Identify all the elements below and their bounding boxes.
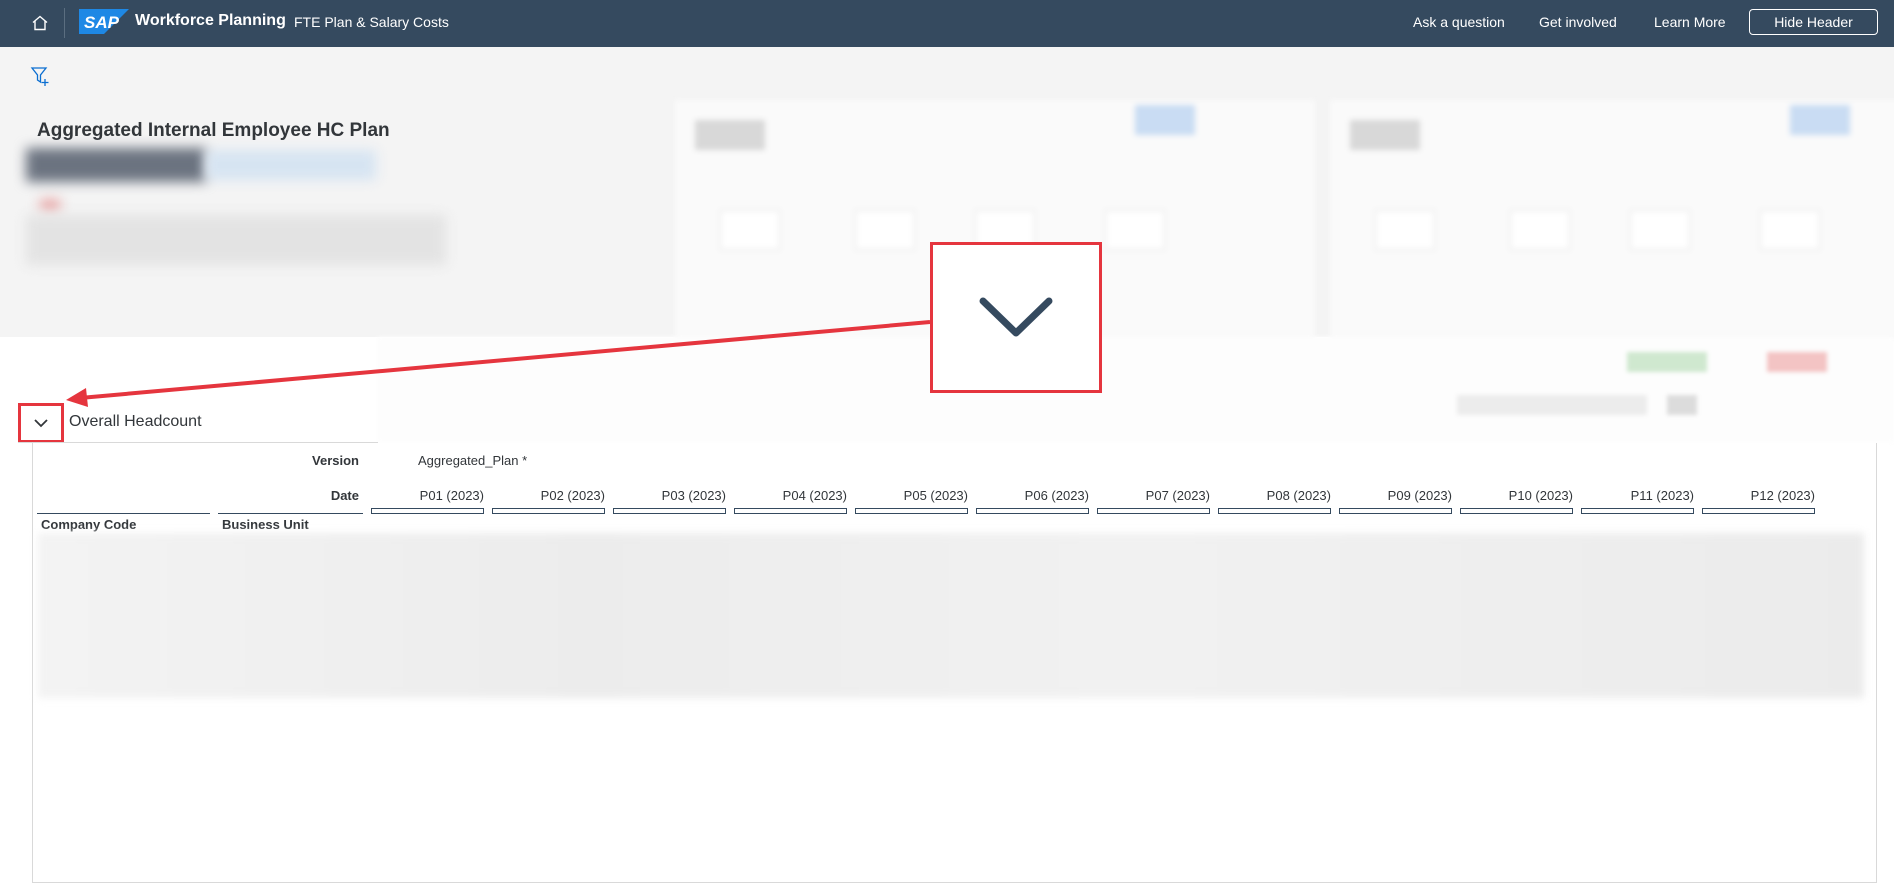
version-label: Version bbox=[312, 453, 359, 468]
ask-question-link[interactable]: Ask a question bbox=[1413, 14, 1505, 30]
period-header[interactable]: P11 (2023) bbox=[1581, 488, 1694, 503]
learn-more-link[interactable]: Learn More bbox=[1654, 14, 1726, 30]
column-rule bbox=[37, 513, 210, 514]
period-header-bar bbox=[613, 508, 726, 514]
svg-text:SAP: SAP bbox=[84, 13, 120, 32]
period-header-bar bbox=[371, 508, 484, 514]
period-header-bar bbox=[1339, 508, 1452, 514]
kpi-panel-right bbox=[1330, 100, 1894, 340]
period-header-bar bbox=[855, 508, 968, 514]
shell-bar: SAP Workforce Planning FTE Plan & Salary… bbox=[0, 0, 1894, 47]
period-header[interactable]: P01 (2023) bbox=[371, 488, 484, 503]
get-involved-link[interactable]: Get involved bbox=[1539, 14, 1617, 30]
period-header-bar bbox=[1097, 508, 1210, 514]
period-header[interactable]: P08 (2023) bbox=[1218, 488, 1331, 503]
period-header[interactable]: P04 (2023) bbox=[734, 488, 847, 503]
app-subtitle: FTE Plan & Salary Costs bbox=[294, 14, 449, 30]
hide-header-button[interactable]: Hide Header bbox=[1749, 9, 1878, 35]
redacted-block bbox=[26, 148, 206, 182]
period-header[interactable]: P10 (2023) bbox=[1460, 488, 1573, 503]
period-header[interactable]: P03 (2023) bbox=[613, 488, 726, 503]
redacted-block bbox=[26, 215, 446, 265]
period-header-bar bbox=[1218, 508, 1331, 514]
chevron-down-icon bbox=[34, 419, 48, 428]
company-code-header[interactable]: Company Code bbox=[41, 517, 136, 532]
period-header[interactable]: P12 (2023) bbox=[1702, 488, 1815, 503]
date-label: Date bbox=[330, 488, 359, 503]
version-value[interactable]: Aggregated_Plan * bbox=[418, 453, 527, 468]
period-header[interactable]: P02 (2023) bbox=[492, 488, 605, 503]
section-title: Overall Headcount bbox=[69, 413, 202, 430]
chevron-down-icon bbox=[979, 297, 1053, 336]
shell-separator bbox=[64, 8, 65, 38]
page-title: Aggregated Internal Employee HC Plan bbox=[37, 120, 390, 141]
collapse-toggle-button[interactable] bbox=[18, 403, 64, 443]
column-rule bbox=[218, 513, 363, 514]
sap-logo[interactable]: SAP bbox=[79, 9, 129, 34]
period-header-bar bbox=[492, 508, 605, 514]
period-header-bar bbox=[1581, 508, 1694, 514]
period-header[interactable]: P05 (2023) bbox=[855, 488, 968, 503]
redacted-table-data bbox=[38, 533, 1864, 698]
period-header-bar bbox=[1702, 508, 1815, 514]
add-filter-icon[interactable] bbox=[30, 65, 52, 87]
period-header[interactable]: P06 (2023) bbox=[976, 488, 1089, 503]
period-header-bar bbox=[734, 508, 847, 514]
period-header[interactable]: P07 (2023) bbox=[1097, 488, 1210, 503]
app-title: Workforce Planning bbox=[135, 12, 286, 29]
period-header-bar bbox=[1460, 508, 1573, 514]
period-header-bar bbox=[976, 508, 1089, 514]
blurred-toolbar bbox=[377, 337, 1894, 442]
period-header[interactable]: P09 (2023) bbox=[1339, 488, 1452, 503]
redacted-block bbox=[206, 150, 376, 180]
zoom-callout bbox=[930, 242, 1102, 393]
business-unit-header[interactable]: Business Unit bbox=[222, 517, 309, 532]
home-icon[interactable] bbox=[27, 10, 53, 36]
redacted-block bbox=[40, 200, 60, 210]
